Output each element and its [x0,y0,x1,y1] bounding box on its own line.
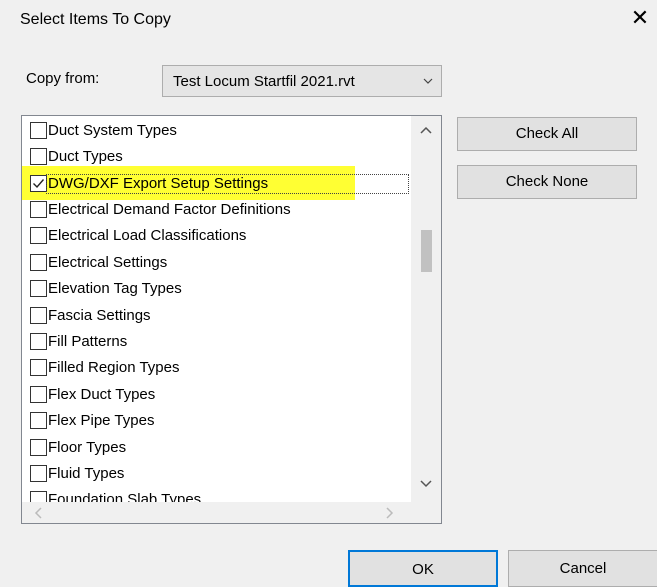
vertical-scrollbar[interactable] [411,116,441,502]
scroll-right-icon[interactable] [386,507,394,519]
check-none-button[interactable]: Check None [457,165,637,199]
copy-from-dropdown[interactable]: Test Locum Startfil 2021.rvt [162,65,442,97]
items-listbox[interactable]: Duct System Types Duct Types DWG/DXF Exp… [21,115,442,524]
checkbox[interactable] [30,201,47,218]
item-label: Flex Pipe Types [48,412,155,429]
checkbox-checked[interactable] [30,175,47,192]
list-item[interactable]: Filled Region Types [27,356,412,382]
list-item[interactable]: Flex Pipe Types [27,409,412,435]
dialog-title: Select Items To Copy [20,11,171,28]
checkbox[interactable] [30,280,47,297]
item-label: Fascia Settings [48,307,151,324]
checkbox[interactable] [30,307,47,324]
item-label: Fill Patterns [48,333,128,350]
checkbox[interactable] [30,333,47,350]
list-item[interactable]: Floor Types [27,436,412,462]
list-item-selected[interactable]: DWG/DXF Export Setup Settings [22,166,412,200]
horizontal-scrollbar[interactable] [22,502,411,523]
scroll-up-icon[interactable] [420,126,432,134]
item-label: Duct Types [48,148,123,165]
item-label: Duct System Types [48,122,177,139]
checkbox[interactable] [30,359,47,376]
list-item[interactable]: Fascia Settings [27,304,412,330]
checkbox[interactable] [30,148,47,165]
list-item[interactable]: Fill Patterns [27,330,412,356]
item-label: Elevation Tag Types [48,280,182,297]
scroll-down-icon[interactable] [420,480,432,488]
cancel-button[interactable]: Cancel [508,550,657,587]
copy-from-label: Copy from: [26,70,100,87]
checkbox[interactable] [30,412,47,429]
scroll-left-icon[interactable] [34,507,42,519]
items-list: Duct System Types Duct Types DWG/DXF Exp… [22,116,412,502]
list-item[interactable]: Foundation Slab Types [27,488,412,502]
ok-button[interactable]: OK [348,550,498,587]
list-item[interactable]: Duct System Types [27,119,412,145]
checkmark-icon [33,179,45,189]
checkbox[interactable] [30,465,47,482]
item-label: Electrical Settings [48,254,168,271]
item-label: Foundation Slab Types [48,491,202,502]
list-item[interactable]: Electrical Demand Factor Definitions [27,198,412,224]
checkbox[interactable] [30,439,47,456]
item-label: Electrical Demand Factor Definitions [48,201,291,218]
checkbox[interactable] [30,122,47,139]
item-label: Fluid Types [48,465,125,482]
item-label: Flex Duct Types [48,386,156,403]
list-item[interactable]: Electrical Load Classifications [27,224,412,250]
item-label: Electrical Load Classifications [48,227,247,244]
checkbox[interactable] [30,491,47,502]
scrollbar-corner [411,502,441,523]
item-label: DWG/DXF Export Setup Settings [48,175,269,192]
checkbox[interactable] [30,254,47,271]
chevron-down-icon [423,78,433,84]
checkbox[interactable] [30,386,47,403]
list-item[interactable]: Flex Duct Types [27,383,412,409]
checkbox[interactable] [30,227,47,244]
list-item[interactable]: Fluid Types [27,462,412,488]
list-item[interactable]: Elevation Tag Types [27,277,412,303]
close-icon[interactable]: ✕ [628,4,652,32]
scrollbar-thumb[interactable] [421,230,432,272]
copy-from-value: Test Locum Startfil 2021.rvt [173,73,355,90]
item-label: Floor Types [48,439,127,456]
item-label: Filled Region Types [48,359,180,376]
list-item[interactable]: Electrical Settings [27,251,412,277]
check-all-button[interactable]: Check All [457,117,637,151]
